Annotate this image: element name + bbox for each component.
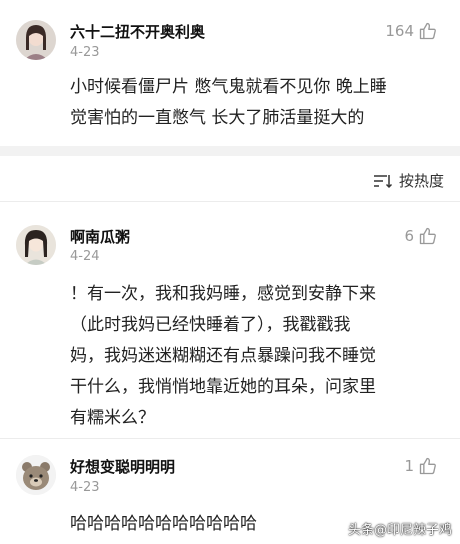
- divider: [0, 438, 460, 439]
- comment-text: 小时候看僵尸片 憋气鬼就看不见你 晚上睡 觉害怕的一直憋气 长大了肺活量挺大的: [70, 72, 430, 134]
- comment-line: 有糯米么？: [70, 408, 155, 428]
- sort-label: 按热度: [398, 172, 444, 190]
- watermark: 头条@印尼辣子鸡: [348, 519, 452, 538]
- comment-line: ！有一次，我和我妈睡，感觉到安静下来: [70, 284, 376, 304]
- comment-line: 干什么，我悄悄地靠近她的耳朵，问家里: [70, 377, 376, 397]
- username[interactable]: 啊南瓜粥: [70, 226, 130, 247]
- section-gap: [0, 146, 460, 156]
- comment-date: 4-23: [70, 480, 100, 495]
- comment-line: 妈，我妈迷迷糊糊还有点暴躁问我不睡觉: [70, 346, 376, 366]
- like-count: 1: [404, 457, 414, 475]
- girl-portrait-avatar-icon: [16, 20, 56, 60]
- comment-line: 小时候看僵尸片 憋气鬼就看不见你 晚上睡: [70, 77, 387, 97]
- avatar[interactable]: [16, 455, 56, 495]
- girl-portrait-avatar-icon: [16, 225, 56, 265]
- like-count: 6: [404, 227, 414, 245]
- comment-line: 觉害怕的一直憋气 长大了肺活量挺大的: [70, 108, 365, 128]
- like-count: 164: [385, 22, 414, 40]
- divider: [0, 201, 460, 202]
- sort-button[interactable]: 按热度: [373, 170, 444, 191]
- like-button[interactable]: 6: [404, 226, 438, 246]
- watermark-text: 头条@印尼辣子鸡: [347, 523, 452, 538]
- comment-date: 4-24: [70, 249, 100, 264]
- comment-text: ！有一次，我和我妈睡，感觉到安静下来 （此时我妈已经快睡着了），我戳戳我 妈，我…: [70, 279, 430, 434]
- sort-icon: [373, 174, 393, 188]
- bear-avatar-icon: [16, 455, 56, 495]
- avatar[interactable]: [16, 225, 56, 265]
- comment-line: （此时我妈已经快睡着了），我戳戳我: [70, 315, 351, 335]
- username[interactable]: 好想变聪明明明: [70, 456, 175, 477]
- username[interactable]: 六十二扭不开奥利奥: [70, 21, 205, 42]
- avatar[interactable]: [16, 20, 56, 60]
- like-button[interactable]: 1: [404, 456, 438, 476]
- thumbs-up-icon: [419, 457, 436, 475]
- like-button[interactable]: 164: [385, 21, 438, 41]
- comment-date: 4-23: [70, 45, 100, 60]
- thumbs-up-icon: [419, 227, 436, 245]
- thumbs-up-icon: [419, 22, 436, 40]
